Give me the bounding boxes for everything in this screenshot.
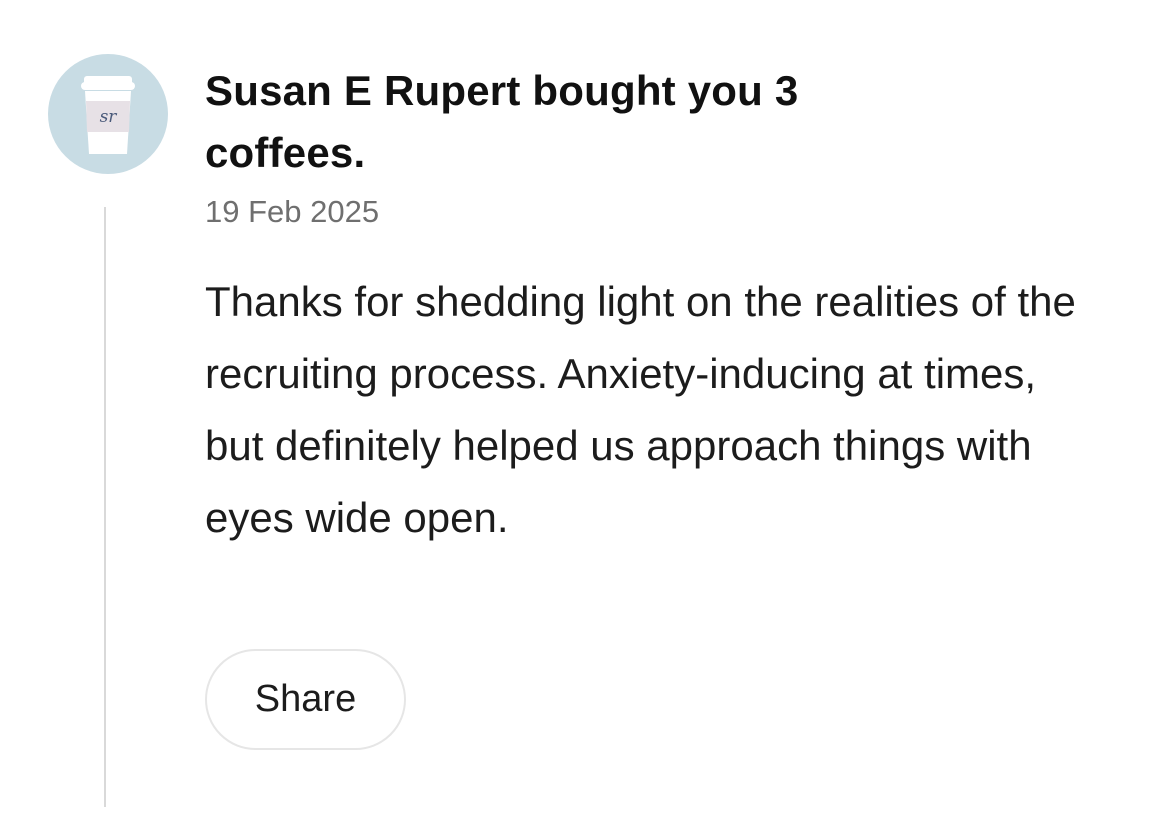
post-date: 19 Feb 2025 <box>205 194 380 229</box>
share-button[interactable]: Share <box>205 649 406 750</box>
thread-line <box>104 207 106 807</box>
avatar: sr <box>48 54 168 174</box>
post-message: Thanks for shedding light on the realiti… <box>205 278 1076 541</box>
coffee-cup-icon: sr <box>81 76 135 154</box>
avatar-initials: sr <box>100 107 118 127</box>
post-title: Susan E Rupert bought you 3 coffees. <box>205 67 799 176</box>
